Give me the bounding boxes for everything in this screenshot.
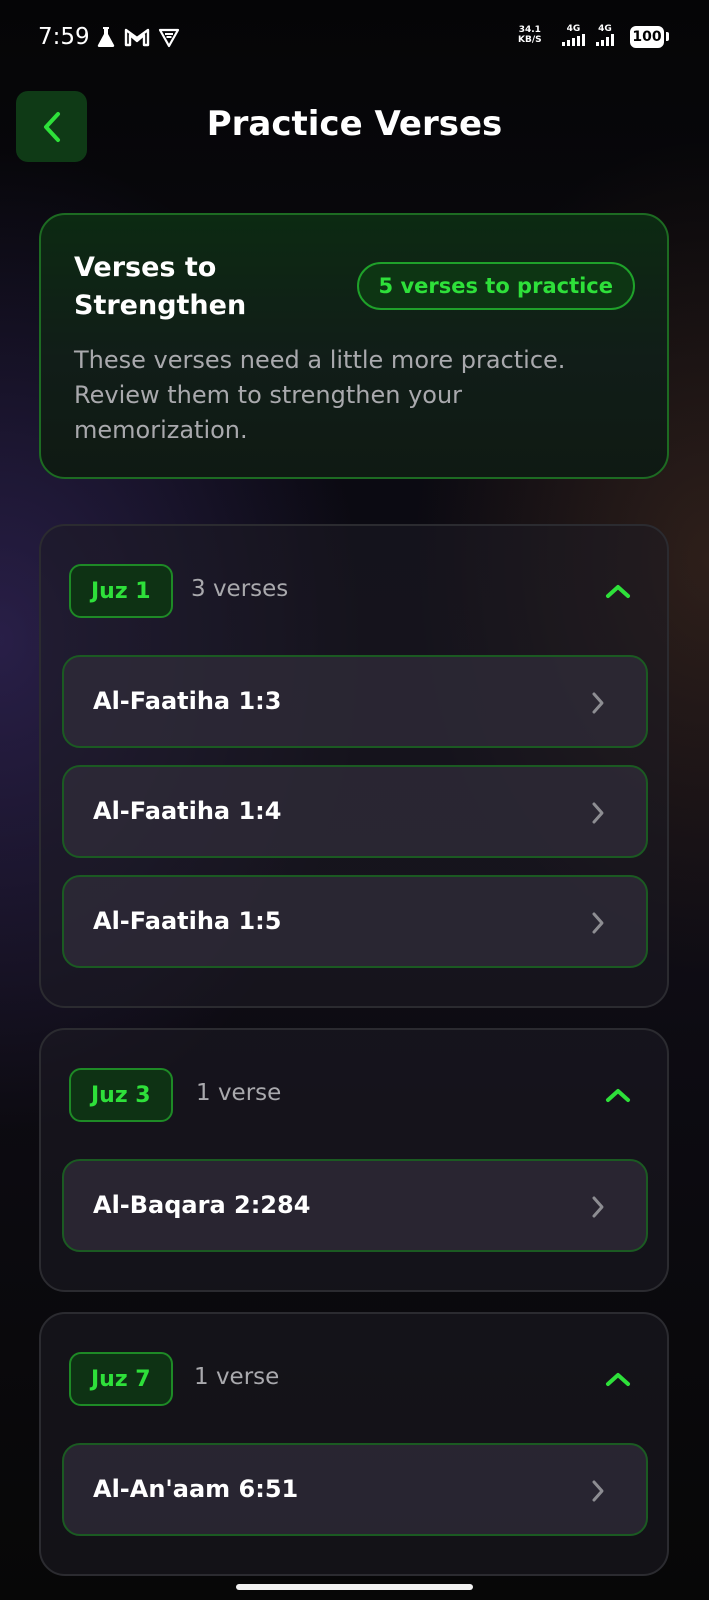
verse-label: Al-Faatiha 1:4	[93, 797, 282, 825]
signal-4g-1: 4G	[562, 24, 585, 46]
gmail-icon	[124, 26, 150, 48]
juz-badge: Juz 7	[69, 1352, 173, 1406]
status-bar: 7:59 34.1 KB/S 4G 4G 100	[0, 0, 709, 78]
verse-item[interactable]: Al-Faatiha 1:4	[62, 765, 648, 858]
juz-group-header[interactable]: Juz 1 3 verses	[69, 564, 639, 620]
chevron-right-icon	[588, 1478, 608, 1504]
signal-4g-2: 4G	[596, 24, 614, 46]
juz-verse-count: 3 verses	[191, 576, 289, 602]
verses-count-badge: 5 verses to practice	[356, 262, 635, 310]
juz-badge: Juz 1	[69, 564, 173, 618]
signal-bars-icon	[596, 34, 614, 46]
verse-label: Al-Baqara 2:284	[93, 1191, 311, 1219]
verse-label: Al-Faatiha 1:5	[93, 907, 282, 935]
verse-item[interactable]: Al-An'aam 6:51	[62, 1443, 648, 1536]
chevron-up-icon[interactable]	[603, 1082, 633, 1108]
juz-group-card: Juz 3 1 verse Al-Baqara 2:284	[39, 1028, 669, 1292]
verse-item[interactable]: Al-Faatiha 1:5	[62, 875, 648, 968]
vpn-shield-icon	[158, 26, 180, 48]
chevron-right-icon	[588, 800, 608, 826]
juz-group-header[interactable]: Juz 7 1 verse	[69, 1352, 639, 1408]
signal-1-label: 4G	[566, 24, 581, 34]
net-speed-unit: KB/S	[518, 35, 542, 45]
juz-group-card: Juz 7 1 verse Al-An'aam 6:51	[39, 1312, 669, 1576]
page-title: Practice Verses	[206, 104, 503, 144]
verse-label: Al-An'aam 6:51	[93, 1475, 299, 1503]
battery-indicator: 100	[630, 26, 664, 48]
juz-badge: Juz 3	[69, 1068, 173, 1122]
flask-icon	[96, 26, 116, 48]
chevron-right-icon	[588, 1194, 608, 1220]
juz-verse-count: 1 verse	[196, 1080, 282, 1106]
chevron-up-icon[interactable]	[603, 1366, 633, 1392]
juz-group-header[interactable]: Juz 3 1 verse	[69, 1068, 639, 1124]
chevron-right-icon	[588, 690, 608, 716]
status-time: 7:59	[38, 24, 90, 50]
juz-group-card: Juz 1 3 verses Al-Faatiha 1:3 Al-Faatiha…	[39, 524, 669, 1008]
summary-title: Verses to Strengthen	[74, 252, 247, 321]
net-speed-value: 34.1	[518, 25, 541, 35]
summary-card: Verses to Strengthen 5 verses to practic…	[39, 213, 669, 479]
network-speed: 34.1 KB/S	[518, 25, 542, 45]
home-indicator[interactable]	[236, 1584, 473, 1590]
juz-verse-count: 1 verse	[194, 1364, 280, 1390]
chevron-right-icon	[588, 910, 608, 936]
verse-item[interactable]: Al-Baqara 2:284	[62, 1159, 648, 1252]
summary-description: These verses need a little more practice…	[74, 346, 566, 444]
signal-2-label: 4G	[598, 24, 612, 34]
verse-item[interactable]: Al-Faatiha 1:3	[62, 655, 648, 748]
chevron-up-icon[interactable]	[603, 578, 633, 604]
battery-tip	[666, 32, 669, 41]
signal-bars-icon	[562, 34, 585, 46]
verse-label: Al-Faatiha 1:3	[93, 687, 282, 715]
